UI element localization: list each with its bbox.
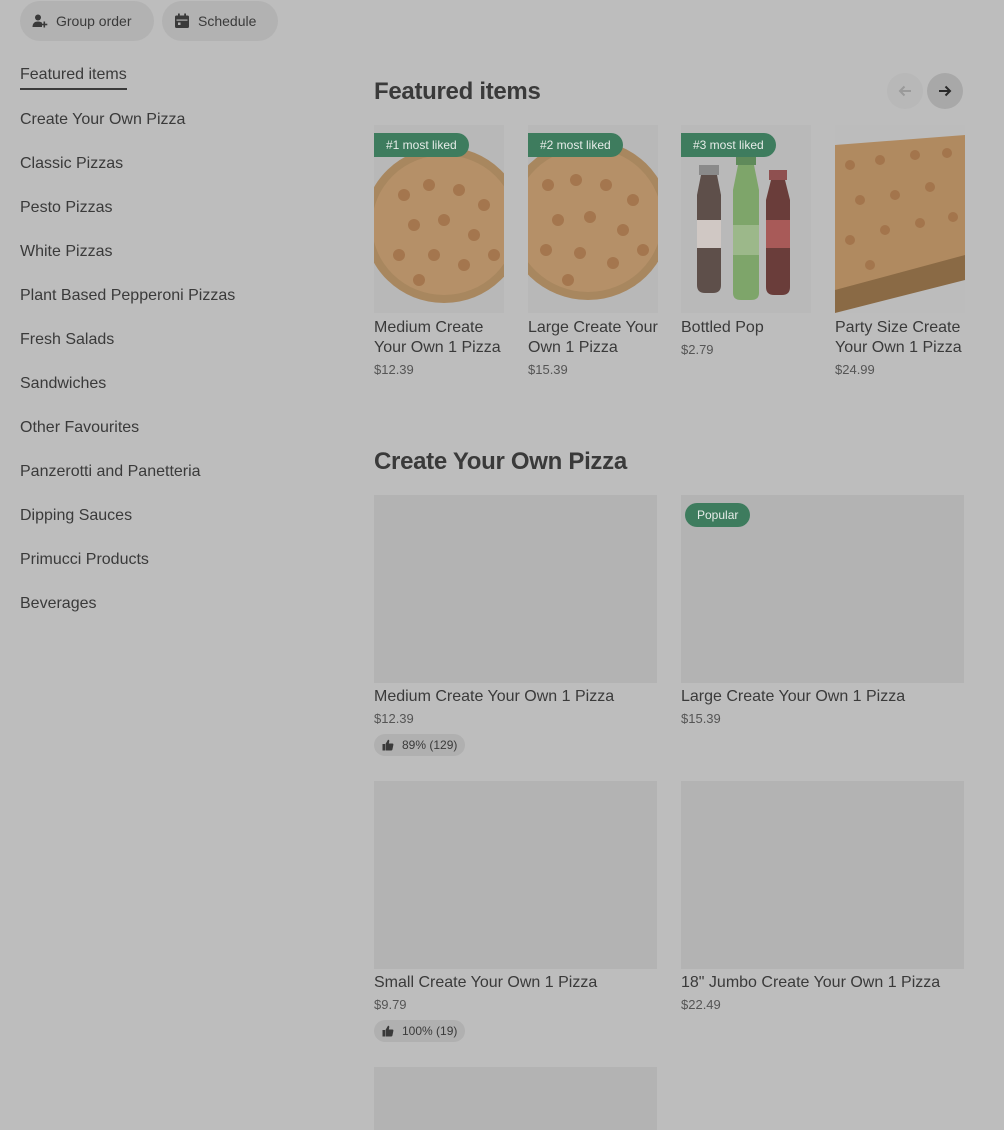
sidebar-item-sandwiches[interactable]: Sandwiches xyxy=(20,374,106,394)
item-title: Large Create Your Own 1 Pizza xyxy=(681,688,906,705)
rating-badge: 100% (19) xyxy=(374,1020,466,1042)
arrow-left-icon xyxy=(898,85,911,97)
sidebar-item-beverages[interactable]: Beverages xyxy=(20,594,97,614)
menu-item-card[interactable]: 18" Jumbo Create Your Own 1 Pizza $22.49 xyxy=(681,781,964,1012)
add-person-icon xyxy=(32,14,48,28)
item-price: $15.39 xyxy=(528,362,568,377)
most-liked-badge: #3 most liked xyxy=(681,133,776,157)
item-price: $22.49 xyxy=(681,997,721,1012)
rating-text: 100% (19) xyxy=(402,1024,458,1038)
item-image xyxy=(374,495,657,683)
sidebar-item-pesto-pizzas[interactable]: Pesto Pizzas xyxy=(20,198,112,218)
menu-item-card[interactable] xyxy=(374,1067,657,1130)
item-title: Small Create Your Own 1 Pizza xyxy=(374,974,598,991)
carousel-next-button[interactable] xyxy=(927,73,963,109)
sidebar-item-white-pizzas[interactable]: White Pizzas xyxy=(20,242,112,262)
arrow-right-icon xyxy=(939,85,952,97)
item-title: Party Size Create Your Own 1 Pizza xyxy=(835,319,962,356)
group-order-label: Group order xyxy=(56,13,132,29)
item-image: #1 most liked xyxy=(374,125,504,313)
menu-item-card[interactable]: Medium Create Your Own 1 Pizza $12.39 89… xyxy=(374,495,657,756)
item-image: #2 most liked xyxy=(528,125,658,313)
create-your-own-pizza-heading: Create Your Own Pizza xyxy=(374,448,627,475)
featured-item-card[interactable]: #3 most liked Bottled Pop $2.79 xyxy=(681,125,811,357)
sidebar-item-other-favourites[interactable]: Other Favourites xyxy=(20,418,139,438)
item-image xyxy=(374,1067,657,1130)
item-price: $15.39 xyxy=(681,711,721,726)
item-image: #3 most liked xyxy=(681,125,811,313)
item-title: Medium Create Your Own 1 Pizza xyxy=(374,319,501,356)
item-price: $24.99 xyxy=(835,362,875,377)
schedule-label: Schedule xyxy=(198,13,257,29)
calendar-icon xyxy=(175,13,189,28)
item-image xyxy=(374,781,657,969)
menu-item-card[interactable]: Small Create Your Own 1 Pizza $9.79 100%… xyxy=(374,781,657,1042)
item-title: Medium Create Your Own 1 Pizza xyxy=(374,688,615,705)
thumbs-up-icon xyxy=(382,1025,394,1037)
menu-item-card[interactable]: Popular Large Create Your Own 1 Pizza $1… xyxy=(681,495,964,726)
featured-item-card[interactable]: #2 most liked Large Create Your Own 1 Pi… xyxy=(528,125,658,377)
most-liked-badge: #1 most liked xyxy=(374,133,469,157)
most-liked-badge: #2 most liked xyxy=(528,133,623,157)
sidebar-item-create-your-own-pizza[interactable]: Create Your Own Pizza xyxy=(20,110,185,130)
featured-item-card[interactable]: #1 most liked Medium Create Your Own 1 P… xyxy=(374,125,504,377)
item-price: $9.79 xyxy=(374,997,407,1012)
carousel-prev-button[interactable] xyxy=(887,73,923,109)
schedule-button[interactable]: Schedule xyxy=(162,1,278,41)
sidebar-item-panzerotti-and-panetteria[interactable]: Panzerotti and Panetteria xyxy=(20,462,201,482)
item-price: $2.79 xyxy=(681,342,714,357)
thumbs-up-icon xyxy=(382,739,394,751)
item-image xyxy=(835,125,965,313)
popular-badge: Popular xyxy=(685,503,751,527)
item-price: $12.39 xyxy=(374,362,414,377)
group-order-button[interactable]: Group order xyxy=(20,1,154,41)
sidebar-item-primucci-products[interactable]: Primucci Products xyxy=(20,550,149,570)
featured-item-card[interactable]: Party Size Create Your Own 1 Pizza $24.9… xyxy=(835,125,965,377)
item-title: Bottled Pop xyxy=(681,319,764,336)
featured-items-heading: Featured items xyxy=(374,78,541,105)
sidebar-item-dipping-sauces[interactable]: Dipping Sauces xyxy=(20,506,132,526)
sidebar-item-classic-pizzas[interactable]: Classic Pizzas xyxy=(20,154,123,174)
sidebar-item-fresh-salads[interactable]: Fresh Salads xyxy=(20,330,114,350)
item-price: $12.39 xyxy=(374,711,414,726)
item-image: Popular xyxy=(681,495,964,683)
sidebar-item-plant-based-pepperoni-pizzas[interactable]: Plant Based Pepperoni Pizzas xyxy=(20,286,235,306)
rating-badge: 89% (129) xyxy=(374,734,466,756)
item-image xyxy=(681,781,964,969)
item-title: Large Create Your Own 1 Pizza xyxy=(528,319,658,356)
sidebar-item-featured-items[interactable]: Featured items xyxy=(20,65,127,90)
rating-text: 89% (129) xyxy=(402,738,458,752)
rectangular-pizza-image xyxy=(835,125,965,313)
item-title: 18" Jumbo Create Your Own 1 Pizza xyxy=(681,974,941,991)
